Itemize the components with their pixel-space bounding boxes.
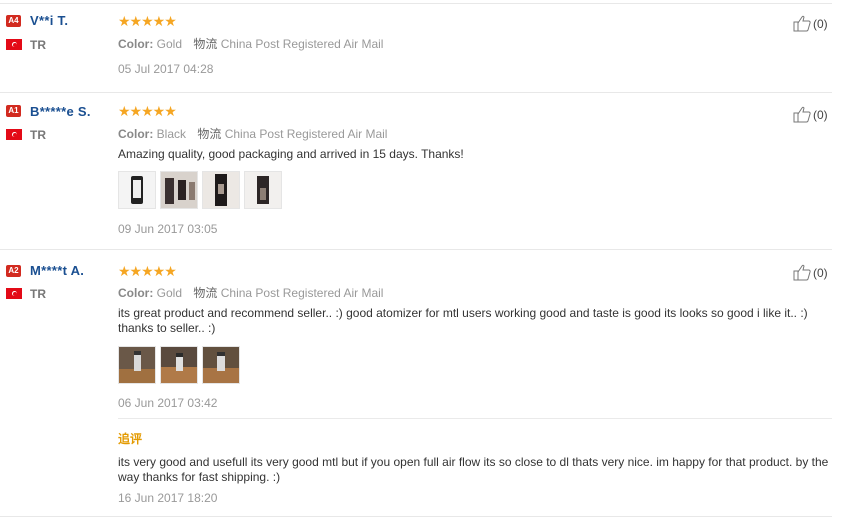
buyer-country: TR: [30, 38, 46, 52]
review-item: A4 V**i T. TR ★★★★★ Color: Gold 物流 China…: [0, 0, 832, 93]
followup-divider: [118, 418, 832, 419]
buyer-name: M****t A.: [30, 263, 85, 278]
shipping-key: 物流: [193, 286, 218, 300]
star-rating: ★★★★★: [118, 263, 177, 279]
color-value: Gold: [156, 37, 183, 51]
star-rating: ★★★★★: [118, 103, 177, 119]
shipping-key: 物流: [197, 127, 222, 141]
review-photo[interactable]: [160, 171, 198, 209]
buyer-country: TR: [30, 287, 46, 301]
helpful-button[interactable]: (0): [793, 15, 828, 32]
color-key: Color:: [118, 286, 154, 300]
review-item: A1 B*****e S. TR ★★★★★ Color: Black 物流 C…: [0, 92, 832, 250]
review-text: Amazing quality, good packaging and arri…: [118, 147, 464, 161]
order-attributes: Color: Gold 物流 China Post Registered Air…: [118, 284, 383, 301]
level-badge: A1: [6, 105, 21, 117]
order-attributes: Color: Gold 物流 China Post Registered Air…: [118, 35, 383, 52]
buyer-name: B*****e S.: [30, 104, 91, 119]
followup-text: its very good and usefull its very good …: [118, 455, 829, 484]
followup-label: 追评: [118, 432, 143, 446]
review-date: 06 Jun 2017 03:42: [118, 396, 218, 410]
review-text: its great product and recommend seller..…: [118, 306, 808, 335]
review-photos: [118, 171, 282, 209]
review-photo[interactable]: [160, 346, 198, 384]
color-key: Color:: [118, 127, 154, 141]
review-photo[interactable]: [202, 346, 240, 384]
helpful-count: (0): [813, 16, 828, 31]
review-photos: [118, 346, 240, 384]
helpful-button[interactable]: (0): [793, 264, 828, 281]
thumbs-up-icon: [793, 15, 811, 32]
review-photo[interactable]: [202, 171, 240, 209]
helpful-count: (0): [813, 265, 828, 280]
turkey-flag-icon: [6, 39, 22, 50]
review-photo[interactable]: [118, 346, 156, 384]
review-date: 05 Jul 2017 04:28: [118, 62, 214, 76]
review-photo[interactable]: [244, 171, 282, 209]
level-badge: A4: [6, 15, 21, 27]
color-key: Color:: [118, 37, 154, 51]
shipping-method: China Post Registered Air Mail: [220, 37, 384, 51]
followup-date: 16 Jun 2017 18:20: [118, 491, 218, 505]
turkey-flag-icon: [6, 288, 22, 299]
review-item: A2 M****t A. TR ★★★★★ Color: Gold 物流 Chi…: [0, 250, 832, 517]
turkey-flag-icon: [6, 129, 22, 140]
buyer-name: V**i T.: [30, 13, 69, 28]
color-value: Gold: [156, 286, 183, 300]
review-date: 09 Jun 2017 03:05: [118, 222, 218, 236]
shipping-method: China Post Registered Air Mail: [220, 286, 384, 300]
thumbs-up-icon: [793, 106, 811, 123]
buyer-country: TR: [30, 128, 46, 142]
review-photo[interactable]: [118, 171, 156, 209]
color-value: Black: [156, 127, 187, 141]
helpful-count: (0): [813, 107, 828, 122]
order-attributes: Color: Black 物流 China Post Registered Ai…: [118, 125, 387, 142]
thumbs-up-icon: [793, 264, 811, 281]
star-rating: ★★★★★: [118, 13, 177, 29]
shipping-method: China Post Registered Air Mail: [224, 127, 388, 141]
helpful-button[interactable]: (0): [793, 106, 828, 123]
shipping-key: 物流: [193, 37, 218, 51]
level-badge: A2: [6, 265, 21, 277]
